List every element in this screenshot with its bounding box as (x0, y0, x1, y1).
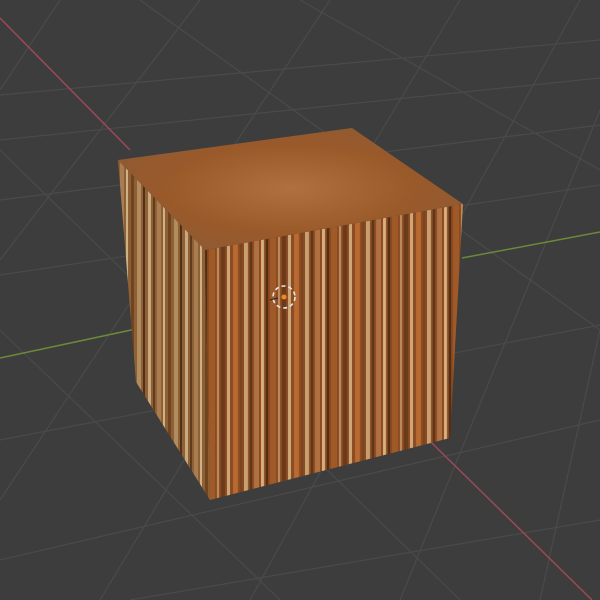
viewport-canvas[interactable] (0, 0, 600, 600)
3d-viewport[interactable] (0, 0, 600, 600)
cube-front-face (205, 204, 463, 500)
cube-object[interactable] (118, 128, 463, 500)
x-axis-line (0, 17, 131, 151)
y-axis-line-right (461, 231, 600, 259)
